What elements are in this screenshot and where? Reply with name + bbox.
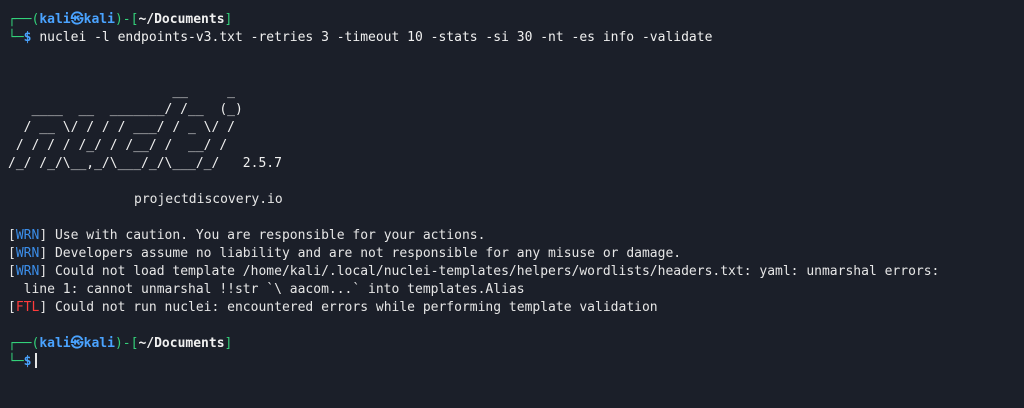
wrn-tag: WRN [15, 228, 40, 243]
prompt-corner-bottom: └─ [8, 30, 24, 45]
prompt-line-2: ┌──(kali㉿kali)-[~/Documents] [8, 335, 1024, 353]
log-text: Could not load template /home/kali/.loca… [54, 264, 940, 279]
banner-line-2: / __ \/ / / / ___/ / _ \/ / [8, 120, 235, 135]
log-line: [WRN] Use with caution. You are responsi… [8, 228, 486, 243]
prompt-corner-top: ┌──( [8, 336, 40, 351]
prompt-mid: )-[ [114, 336, 139, 351]
prompt-at-symbol: ㉿ [70, 336, 84, 351]
log-text: Developers assume no liability and are n… [54, 246, 682, 261]
command-line: └─$ nuclei -l endpoints-v3.txt -retries … [8, 29, 1024, 47]
prompt-host: kali [83, 12, 115, 27]
log-text: Could not run nuclei: encountered errors… [54, 300, 658, 315]
banner-line-3: / / / / /_/ / /__/ / __/ / [8, 138, 228, 153]
wrn-tag: WRN [15, 246, 40, 261]
prompt-corner-bottom: └─ [8, 354, 24, 369]
prompt-user: kali [39, 12, 71, 27]
log-line-continuation: line 1: cannot unmarshal !!str `\ aacom.… [8, 281, 1024, 299]
banner-line-1: ____ __ _______/ /__ (_) [8, 102, 243, 117]
log-line: [WRN] Could not load template /home/kali… [8, 264, 940, 279]
terminal-window[interactable]: ┌──(kali㉿kali)-[~/Documents] └─$ nuclei … [0, 0, 1024, 408]
prompt-path: ~/Documents [138, 12, 225, 27]
prompt-close: ] [224, 12, 233, 27]
ftl-tag: FTL [15, 300, 40, 315]
banner-line-4: /_/ /_/\__,_/\___/_/\___/_/ 2.5.7 [8, 156, 282, 171]
prompt-close: ] [224, 336, 233, 351]
prompt-path: ~/Documents [138, 336, 225, 351]
prompt-line-1: ┌──(kali㉿kali)-[~/Documents] [8, 11, 1024, 29]
log-text: Use with caution. You are responsible fo… [54, 228, 486, 243]
prompt-dollar: $ [23, 354, 32, 369]
prompt-at-symbol: ㉿ [70, 12, 84, 27]
banner-site: projectdiscovery.io [134, 192, 283, 207]
command-text: nuclei -l endpoints-v3.txt -retries 3 -t… [39, 30, 713, 45]
prompt-host: kali [83, 336, 115, 351]
log-line: [FTL] Could not run nuclei: encountered … [8, 300, 658, 315]
prompt-mid: )-[ [114, 12, 139, 27]
prompt-user: kali [39, 336, 71, 351]
input-line[interactable]: └─$ [8, 353, 1024, 371]
log-line: [WRN] Developers assume no liability and… [8, 246, 682, 261]
prompt-dollar: $ [23, 30, 32, 45]
wrn-tag: WRN [15, 264, 40, 279]
banner-line-0: __ _ [8, 84, 235, 99]
text-cursor[interactable] [35, 353, 38, 368]
prompt-corner-top: ┌──( [8, 12, 40, 27]
log-text: line 1: cannot unmarshal !!str `\ aacom.… [8, 282, 525, 297]
